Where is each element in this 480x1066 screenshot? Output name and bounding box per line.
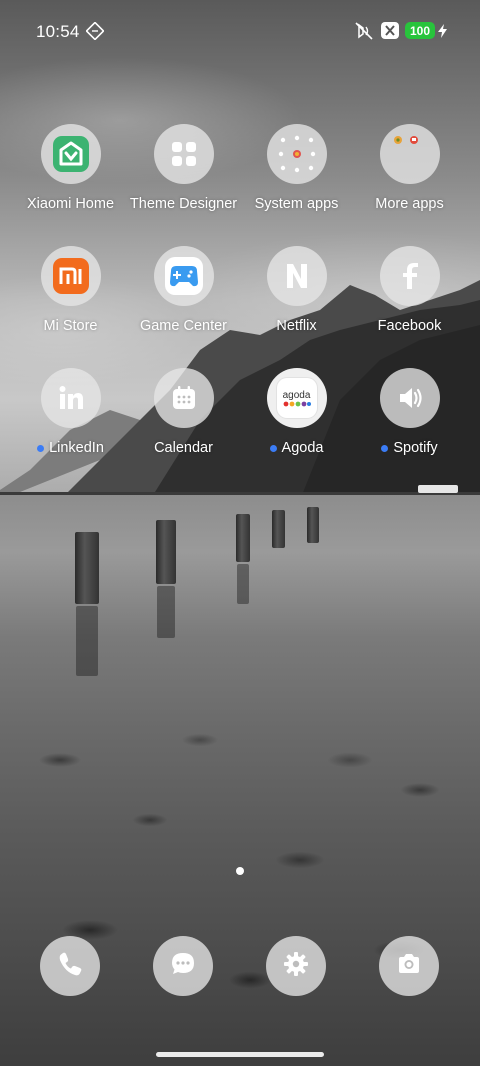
new-install-dot: [381, 444, 389, 452]
page-indicator-dot: [236, 867, 244, 875]
wooden-post: [272, 510, 285, 548]
post-reflection: [157, 586, 175, 638]
app-label: Theme Designer: [129, 196, 238, 212]
app-label: More apps: [375, 196, 444, 212]
grid-icon: [153, 124, 214, 184]
folder-icon: [379, 124, 440, 184]
post-reflection: [76, 606, 98, 676]
netflix-icon: [266, 246, 327, 306]
dock-camera-button[interactable]: [379, 936, 439, 996]
mi-logo-icon: [40, 246, 101, 306]
dock-phone-button[interactable]: [40, 936, 100, 996]
app-label: Mi Store: [43, 318, 98, 334]
battery-icon: 100: [405, 22, 435, 39]
app-label: Spotify: [393, 440, 438, 456]
status-time: 10:54: [36, 22, 80, 41]
camera-icon: [395, 950, 423, 983]
app-label: System apps: [254, 196, 339, 212]
xiaomi-home-icon: [40, 124, 101, 184]
speaker-icon: [379, 368, 440, 428]
agoda-logo-text: agoda: [282, 389, 311, 401]
app-label: Netflix: [276, 318, 317, 334]
new-install-dot: [37, 444, 45, 452]
app-label: LinkedIn: [49, 440, 104, 456]
app-agoda[interactable]: agoda Agoda: [240, 368, 353, 456]
message-icon: [169, 950, 197, 983]
silent-icon: [354, 21, 374, 46]
gear-icon: [282, 950, 310, 983]
folder-icon: [266, 124, 327, 184]
app-label: Agoda: [281, 440, 324, 456]
charging-icon: [438, 24, 447, 43]
wooden-post: [236, 514, 250, 562]
app-game-center[interactable]: Game Center: [127, 246, 240, 334]
nfc-icon: [85, 21, 105, 45]
wooden-post: [156, 520, 176, 584]
lake-bed-stones: [0, 700, 480, 1066]
app-label: Game Center: [139, 318, 228, 334]
dock-settings-button[interactable]: [266, 936, 326, 996]
home-gesture-bar[interactable]: [156, 1052, 324, 1057]
app-facebook[interactable]: Facebook: [353, 246, 466, 334]
phone-icon: [56, 950, 84, 983]
app-linkedin[interactable]: LinkedIn: [14, 368, 127, 456]
wooden-post: [75, 532, 99, 604]
folder-more-apps[interactable]: More apps: [353, 124, 466, 212]
linkedin-icon: [40, 368, 101, 428]
app-label: Facebook: [377, 318, 442, 334]
status-bar: 10:54 100: [0, 0, 480, 62]
agoda-icon: agoda: [266, 368, 327, 428]
app-theme-designer[interactable]: Theme Designer: [127, 124, 240, 212]
sim-off-icon: [381, 22, 399, 44]
app-spotify[interactable]: Spotify: [353, 368, 466, 456]
app-mi-store[interactable]: Mi Store: [14, 246, 127, 334]
post-reflection: [237, 564, 249, 604]
app-label: Xiaomi Home: [26, 196, 115, 212]
app-label: Calendar: [154, 440, 213, 456]
app-xiaomi-home[interactable]: Xiaomi Home: [14, 124, 127, 212]
app-netflix[interactable]: Netflix: [240, 246, 353, 334]
facebook-icon: [379, 246, 440, 306]
gamepad-icon: [153, 246, 214, 306]
new-install-dot: [269, 444, 277, 452]
calendar-icon: [153, 368, 214, 428]
app-calendar[interactable]: Calendar: [127, 368, 240, 456]
dock-messages-button[interactable]: [153, 936, 213, 996]
wooden-post: [307, 507, 319, 543]
folder-system-apps[interactable]: System apps: [240, 124, 353, 212]
